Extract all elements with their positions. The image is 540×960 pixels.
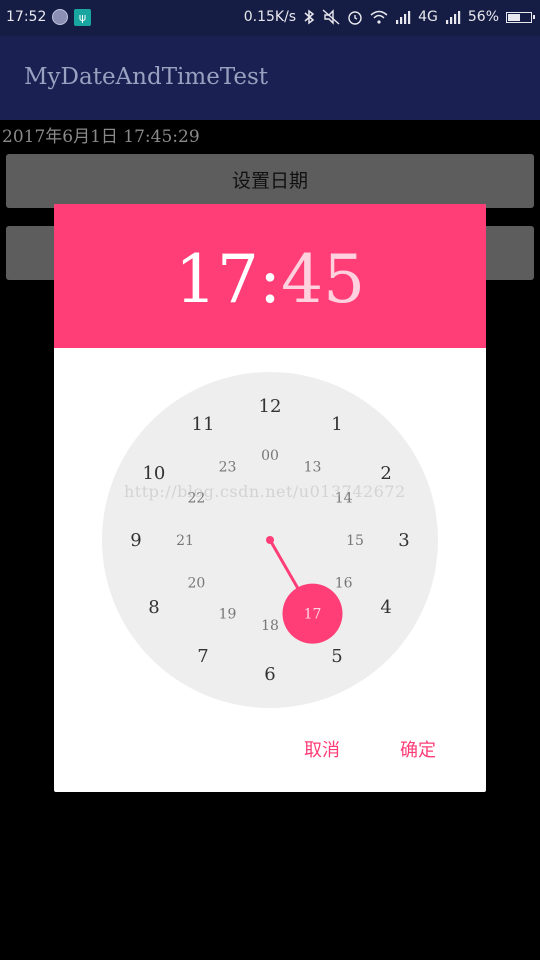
clock-hour-21[interactable]: 21	[176, 533, 194, 549]
alarm-icon	[348, 11, 362, 25]
clock-hour-11[interactable]: 11	[192, 414, 215, 435]
cancel-button[interactable]: 取消	[304, 736, 340, 762]
watermark: http://blog.csdn.net/u013742672	[124, 482, 406, 501]
datetime-display: 2017年6月1日 17:45:29	[2, 127, 200, 147]
clock-hour-6[interactable]: 6	[264, 664, 275, 685]
status-bar: 17:52 ψ 0.15K/s 4G 56%	[0, 0, 540, 36]
clock-hour-9[interactable]: 9	[130, 530, 141, 551]
bluetooth-icon	[304, 9, 315, 25]
header-hour[interactable]: 17	[175, 241, 259, 318]
app-title: MyDateAndTimeTest	[24, 64, 269, 90]
signal-icon	[396, 11, 411, 24]
clock-hour-5[interactable]: 5	[331, 646, 342, 667]
notification-app-icon	[52, 9, 68, 25]
clock-hour-23[interactable]: 23	[219, 459, 237, 475]
wifi-icon	[370, 10, 388, 24]
clock-hour-19[interactable]: 19	[219, 607, 237, 623]
clock-hour-18[interactable]: 18	[261, 618, 279, 634]
clock-hour-3[interactable]: 3	[398, 530, 409, 551]
battery-percent: 56%	[467, 9, 499, 25]
ok-button[interactable]: 确定	[400, 736, 436, 762]
clock-hour-20[interactable]: 20	[187, 576, 205, 592]
header-time: 17:45	[54, 240, 486, 320]
clock-hour-7[interactable]: 7	[197, 646, 208, 667]
status-right: 0.15K/s 4G 56%	[243, 9, 535, 25]
dialog-header: 17:45	[54, 204, 486, 348]
clock-hour-10[interactable]: 10	[142, 463, 165, 484]
mute-icon	[322, 9, 340, 25]
clock-hour-13[interactable]: 13	[304, 459, 322, 475]
clock-hour-2[interactable]: 2	[380, 463, 391, 484]
network-speed: 0.15K/s	[243, 9, 297, 25]
battery-icon	[506, 11, 535, 23]
action-bar: MyDateAndTimeTest	[0, 36, 540, 120]
status-time: 17:52	[6, 9, 47, 25]
clock-hour-4[interactable]: 4	[380, 597, 391, 618]
usb-icon: ψ	[74, 9, 91, 26]
clock-hour-00[interactable]: 00	[261, 448, 279, 464]
set-date-button[interactable]: 设置日期	[6, 154, 534, 208]
clock-center-dot	[266, 536, 274, 544]
clock-face[interactable]: 121234567891011001314151617181920212223	[102, 372, 438, 708]
clock-hour-17[interactable]: 17	[304, 607, 322, 623]
clock-hour-12[interactable]: 12	[259, 396, 282, 417]
header-colon: :	[258, 241, 282, 318]
clock-hour-16[interactable]: 16	[335, 576, 353, 592]
signal-icon-2	[445, 11, 461, 24]
clock-hour-8[interactable]: 8	[148, 597, 159, 618]
header-minute[interactable]: 45	[281, 241, 365, 318]
clock-hour-1[interactable]: 1	[331, 414, 342, 435]
clock-hour-15[interactable]: 15	[346, 533, 364, 549]
network-type: 4G	[418, 9, 438, 25]
